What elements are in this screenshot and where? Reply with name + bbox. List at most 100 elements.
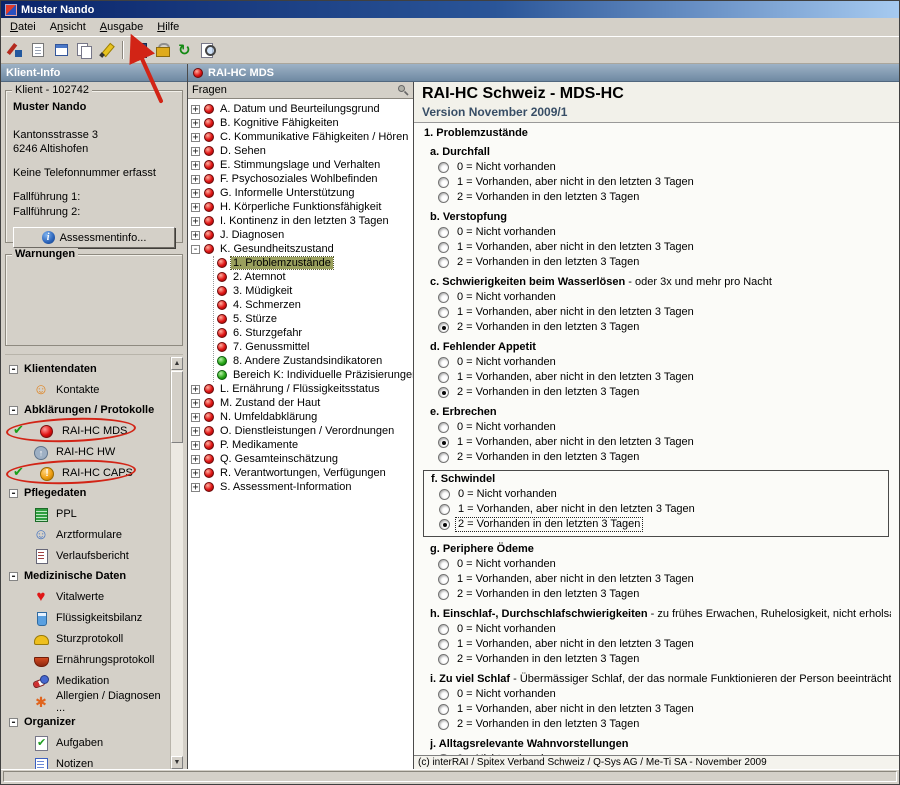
radio-option[interactable]: 0 = Nicht vorhanden bbox=[430, 420, 891, 435]
radio-option[interactable]: 1 = Vorhanden, aber nicht in den letzten… bbox=[430, 240, 891, 255]
radio-option[interactable]: 0 = Nicht vorhanden bbox=[430, 622, 891, 637]
menu-datei[interactable]: Datei bbox=[4, 20, 42, 34]
pencil-button[interactable] bbox=[96, 39, 118, 61]
expand-icon[interactable]: + bbox=[191, 203, 200, 212]
radio-option[interactable]: 1 = Vorhanden, aber nicht in den letzten… bbox=[431, 502, 883, 517]
menu-ansicht[interactable]: Ansicht bbox=[44, 20, 92, 34]
lock-button[interactable] bbox=[151, 39, 173, 61]
radio-unchecked-icon[interactable] bbox=[439, 489, 450, 500]
radio-option[interactable]: 1 = Vorhanden, aber nicht in den letzten… bbox=[430, 435, 891, 450]
tree-node-3-m-digkeit[interactable]: 3. Müdigkeit bbox=[217, 284, 413, 298]
expand-icon[interactable]: + bbox=[191, 483, 200, 492]
expand-icon[interactable]: + bbox=[191, 105, 200, 114]
radio-unchecked-icon[interactable] bbox=[438, 242, 449, 253]
nav-item-rai-hc-hw[interactable]: RAI-HC HW bbox=[5, 441, 169, 462]
nav-item-medikation[interactable]: Medikation bbox=[5, 670, 169, 691]
radio-option[interactable]: 1 = Vorhanden, aber nicht in den letzten… bbox=[430, 637, 891, 652]
scrollbar-thumb[interactable] bbox=[171, 371, 183, 443]
expand-icon[interactable]: + bbox=[191, 133, 200, 142]
expand-icon[interactable]: + bbox=[191, 231, 200, 240]
radio-option[interactable]: 2 = Vorhanden in den letzten 3 Tagen bbox=[430, 255, 891, 270]
nav-section-klientendaten[interactable]: -Klientendaten bbox=[5, 359, 169, 379]
nav-item-rai-hc-mds[interactable]: RAI-HC MDS bbox=[5, 420, 169, 441]
tree-node-e-stimmungslage-und-verhalten[interactable]: +E. Stimmungslage und Verhalten bbox=[191, 158, 413, 172]
tree-node-l-ern-hrung-fl-ssigkeitsstatus[interactable]: +L. Ernährung / Flüssigkeitsstatus bbox=[191, 382, 413, 396]
radio-unchecked-icon[interactable] bbox=[438, 227, 449, 238]
radio-unchecked-icon[interactable] bbox=[438, 559, 449, 570]
radio-unchecked-icon[interactable] bbox=[438, 162, 449, 173]
collapse-icon[interactable]: - bbox=[191, 245, 200, 254]
nav-section-organizer[interactable]: -Organizer bbox=[5, 712, 169, 732]
nav-item-notizen[interactable]: Notizen bbox=[5, 753, 169, 769]
tree-node-i-kontinenz-in-den-letzten-3-tagen[interactable]: +I. Kontinenz in den letzten 3 Tagen bbox=[191, 214, 413, 228]
radio-option[interactable]: 0 = Nicht vorhanden bbox=[430, 557, 891, 572]
nav-item-kontakte[interactable]: Kontakte bbox=[5, 379, 169, 400]
radio-unchecked-icon[interactable] bbox=[438, 177, 449, 188]
radio-option[interactable]: 1 = Vorhanden, aber nicht in den letzten… bbox=[430, 305, 891, 320]
radio-unchecked-icon[interactable] bbox=[438, 192, 449, 203]
collapse-icon[interactable]: - bbox=[9, 489, 18, 498]
radio-unchecked-icon[interactable] bbox=[438, 357, 449, 368]
tree-node-4-schmerzen[interactable]: 4. Schmerzen bbox=[217, 298, 413, 312]
tree-node-n-umfeldabkl-rung[interactable]: +N. Umfeldabklärung bbox=[191, 410, 413, 424]
radio-option[interactable]: 1 = Vorhanden, aber nicht in den letzten… bbox=[430, 175, 891, 190]
radio-checked-icon[interactable] bbox=[438, 387, 449, 398]
tree-node-8-andere-zustandsindikatoren[interactable]: 8. Andere Zustandsindikatoren bbox=[217, 354, 413, 368]
radio-unchecked-icon[interactable] bbox=[438, 422, 449, 433]
refresh-button[interactable] bbox=[174, 39, 196, 61]
radio-option[interactable]: 2 = Vorhanden in den letzten 3 Tagen bbox=[430, 320, 891, 335]
brush-button[interactable] bbox=[4, 39, 26, 61]
radio-unchecked-icon[interactable] bbox=[438, 589, 449, 600]
report-button[interactable] bbox=[27, 39, 49, 61]
tree-node-q-gesamteinsch-tzung[interactable]: +Q. Gesamteinschätzung bbox=[191, 452, 413, 466]
radio-option[interactable]: 0 = Nicht vorhanden bbox=[430, 687, 891, 702]
radio-option[interactable]: 1 = Vorhanden, aber nicht in den letzten… bbox=[430, 370, 891, 385]
nav-section-abkl-rungen-protokolle[interactable]: -Abklärungen / Protokolle bbox=[5, 400, 169, 420]
preview-button[interactable] bbox=[197, 39, 219, 61]
nav-section-medizinische-daten[interactable]: -Medizinische Daten bbox=[5, 566, 169, 586]
expand-icon[interactable]: + bbox=[191, 119, 200, 128]
radio-unchecked-icon[interactable] bbox=[438, 689, 449, 700]
radio-option[interactable]: 2 = Vorhanden in den letzten 3 Tagen bbox=[430, 190, 891, 205]
radio-option[interactable]: 2 = Vorhanden in den letzten 3 Tagen bbox=[430, 385, 891, 400]
pin-icon[interactable] bbox=[397, 84, 409, 96]
radio-option[interactable]: 0 = Nicht vorhanden bbox=[430, 160, 891, 175]
tree-node-j-diagnosen[interactable]: +J. Diagnosen bbox=[191, 228, 413, 242]
expand-icon[interactable]: + bbox=[191, 469, 200, 478]
scroll-up-button[interactable] bbox=[171, 357, 183, 370]
collapse-icon[interactable]: - bbox=[9, 572, 18, 581]
nav-item-sturzprotokoll[interactable]: Sturzprotokoll bbox=[5, 628, 169, 649]
tree-node-bereich-k-individuelle-pr-zisierungen[interactable]: Bereich K: Individuelle Präzisierungen bbox=[217, 368, 413, 382]
collapse-icon[interactable]: - bbox=[9, 365, 18, 374]
radio-unchecked-icon[interactable] bbox=[438, 372, 449, 383]
tree-node-c-kommunikative-f-higkeiten-h-ren[interactable]: +C. Kommunikative Fähigkeiten / Hören bbox=[191, 130, 413, 144]
expand-icon[interactable]: + bbox=[191, 385, 200, 394]
tree-node-g-informelle-unterst-tzung[interactable]: +G. Informelle Unterstützung bbox=[191, 186, 413, 200]
tree-node-2-atemnot[interactable]: 2. Atemnot bbox=[217, 270, 413, 284]
expand-icon[interactable]: + bbox=[191, 189, 200, 198]
expand-icon[interactable]: + bbox=[191, 217, 200, 226]
radio-option[interactable]: 0 = Nicht vorhanden bbox=[431, 487, 883, 502]
radio-unchecked-icon[interactable] bbox=[438, 624, 449, 635]
window-button[interactable] bbox=[50, 39, 72, 61]
tree-node-m-zustand-der-haut[interactable]: +M. Zustand der Haut bbox=[191, 396, 413, 410]
expand-icon[interactable]: + bbox=[191, 161, 200, 170]
tree-node-d-sehen[interactable]: +D. Sehen bbox=[191, 144, 413, 158]
radio-option[interactable]: 0 = Nicht vorhanden bbox=[430, 225, 891, 240]
collapse-icon[interactable]: - bbox=[9, 406, 18, 415]
radio-unchecked-icon[interactable] bbox=[438, 704, 449, 715]
radio-unchecked-icon[interactable] bbox=[438, 292, 449, 303]
tree-node-6-sturzgefahr[interactable]: 6. Sturzgefahr bbox=[217, 326, 413, 340]
nav-item-ern-hrungsprotokoll[interactable]: Ernährungsprotokoll bbox=[5, 649, 169, 670]
radio-unchecked-icon[interactable] bbox=[439, 504, 450, 515]
radio-checked-icon[interactable] bbox=[438, 322, 449, 333]
scroll-down-button[interactable] bbox=[171, 756, 183, 769]
expand-icon[interactable]: + bbox=[191, 147, 200, 156]
nav-item-allergien-diagnosen[interactable]: Allergien / Diagnosen ... bbox=[5, 691, 169, 712]
radio-option[interactable]: 1 = Vorhanden, aber nicht in den letzten… bbox=[430, 702, 891, 717]
radio-checked-icon[interactable] bbox=[438, 437, 449, 448]
expand-icon[interactable]: + bbox=[191, 413, 200, 422]
nav-item-arztformulare[interactable]: Arztformulare bbox=[5, 524, 169, 545]
tree-node-h-k-rperliche-funktionsf-higkeit[interactable]: +H. Körperliche Funktionsfähigkeit bbox=[191, 200, 413, 214]
expand-icon[interactable]: + bbox=[191, 175, 200, 184]
